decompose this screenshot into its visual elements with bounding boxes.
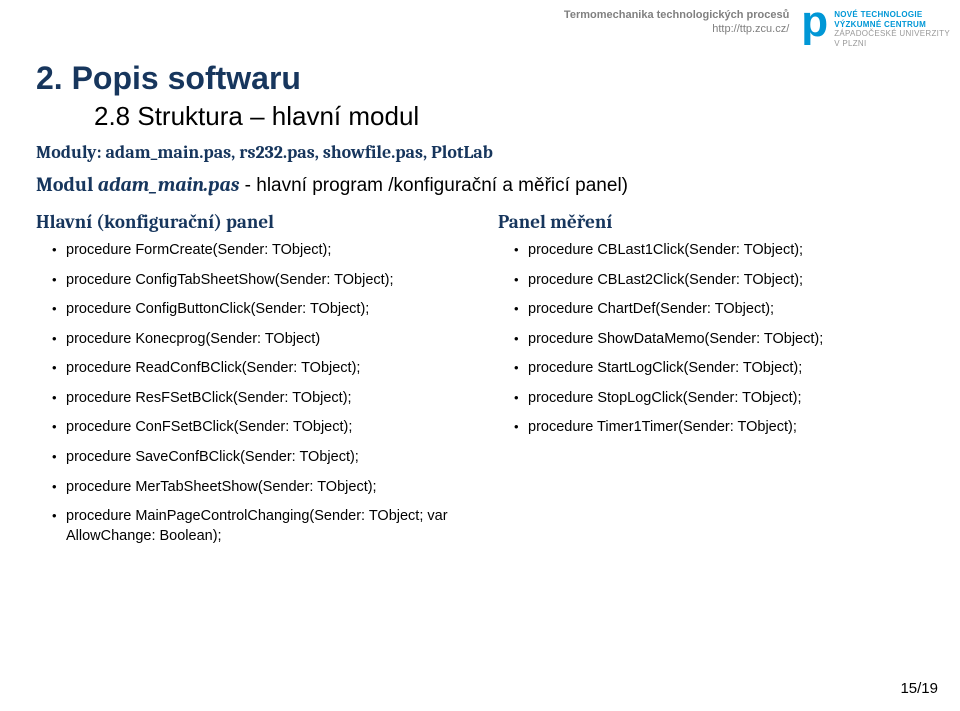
left-list: procedure FormCreate(Sender: TObject); p… bbox=[36, 241, 468, 546]
list-item: procedure ConfigTabSheetShow(Sender: TOb… bbox=[52, 271, 468, 291]
logo-line-3: ZÁPADOČESKÉ UNIVERZITY bbox=[834, 29, 950, 39]
list-item: procedure CBLast2Click(Sender: TObject); bbox=[514, 271, 930, 291]
list-item: procedure ReadConfBClick(Sender: TObject… bbox=[52, 359, 468, 379]
list-item: procedure StartLogClick(Sender: TObject)… bbox=[514, 359, 930, 379]
list-item: procedure SaveConfBClick(Sender: TObject… bbox=[52, 448, 468, 468]
page-header: Termomechanika technologických procesů h… bbox=[564, 8, 950, 48]
logo-line-4: V PLZNI bbox=[834, 39, 950, 49]
list-item: procedure StopLogClick(Sender: TObject); bbox=[514, 389, 930, 409]
logo-text: NOVÉ TECHNOLOGIE VÝZKUMNÉ CENTRUM ZÁPADO… bbox=[834, 8, 950, 48]
list-item: procedure CBLast1Click(Sender: TObject); bbox=[514, 241, 930, 261]
left-column: Hlavní (konfigurační) panel procedure Fo… bbox=[36, 211, 468, 556]
module-prefix: Modul bbox=[36, 173, 98, 196]
list-item: procedure Konecprog(Sender: TObject) bbox=[52, 330, 468, 350]
logo-line-2: VÝZKUMNÉ CENTRUM bbox=[834, 20, 950, 30]
right-column-title: Panel měření bbox=[498, 211, 930, 233]
list-item: procedure ConFSetBClick(Sender: TObject)… bbox=[52, 418, 468, 438]
page-number: 15/19 bbox=[900, 680, 938, 697]
module-name: adam_main.pas bbox=[98, 173, 240, 196]
page-title: 2. Popis softwaru bbox=[36, 60, 930, 97]
columns: Hlavní (konfigurační) panel procedure Fo… bbox=[36, 211, 930, 556]
list-item: procedure MerTabSheetShow(Sender: TObjec… bbox=[52, 478, 468, 498]
list-item: procedure ConfigButtonClick(Sender: TObj… bbox=[52, 300, 468, 320]
list-item: procedure FormCreate(Sender: TObject); bbox=[52, 241, 468, 261]
logo-line-1: NOVÉ TECHNOLOGIE bbox=[834, 10, 950, 20]
list-item: procedure ShowDataMemo(Sender: TObject); bbox=[514, 330, 930, 350]
right-list: procedure CBLast1Click(Sender: TObject);… bbox=[498, 241, 930, 438]
logo-block: p NOVÉ TECHNOLOGIE VÝZKUMNÉ CENTRUM ZÁPA… bbox=[801, 8, 950, 48]
module-tail: - hlavní program /konfigurační a měřicí … bbox=[239, 175, 628, 196]
header-text-block: Termomechanika technologických procesů h… bbox=[564, 8, 789, 37]
header-line2: http://ttp.zcu.cz/ bbox=[564, 22, 789, 36]
right-column: Panel měření procedure CBLast1Click(Send… bbox=[498, 211, 930, 556]
modules-line: Moduly: adam_main.pas, rs232.pas, showfi… bbox=[36, 142, 930, 163]
list-item: procedure ResFSetBClick(Sender: TObject)… bbox=[52, 389, 468, 409]
main-content: 2. Popis softwaru 2.8 Struktura – hlavní… bbox=[0, 0, 960, 556]
logo-letter-icon: p bbox=[801, 4, 828, 39]
list-item: procedure ChartDef(Sender: TObject); bbox=[514, 300, 930, 320]
list-item: procedure Timer1Timer(Sender: TObject); bbox=[514, 418, 930, 438]
list-item: procedure MainPageControlChanging(Sender… bbox=[52, 507, 468, 546]
header-line1: Termomechanika technologických procesů bbox=[564, 8, 789, 22]
left-column-title: Hlavní (konfigurační) panel bbox=[36, 211, 468, 233]
page-subtitle: 2.8 Struktura – hlavní modul bbox=[94, 101, 930, 132]
module-heading: Modul adam_main.pas - hlavní program /ko… bbox=[36, 173, 930, 197]
